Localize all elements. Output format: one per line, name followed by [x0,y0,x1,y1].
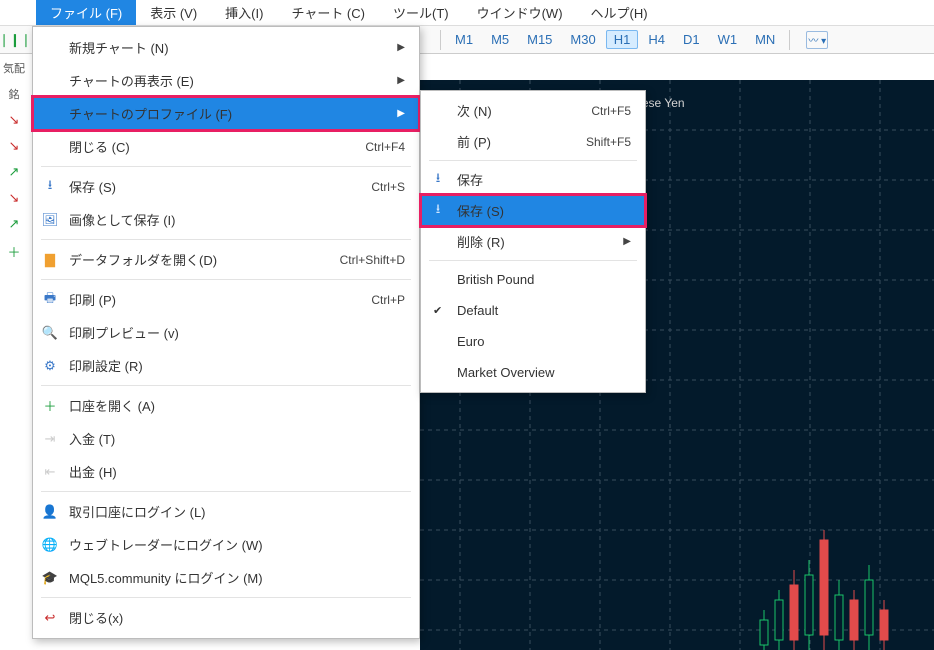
image-icon: 🖼 [41,211,59,229]
submenu-delete[interactable]: 削除 (R)▶ [421,226,645,257]
menu-chart[interactable]: チャート (C) [277,0,379,25]
download-icon: ⭳ [429,171,447,189]
menu-separator [41,597,411,598]
menu-insert[interactable]: 挿入(I) [211,0,277,25]
plus-icon[interactable]: ＋ [7,242,20,261]
menu-separator [41,166,411,167]
indicator-dropdown-button[interactable]: 〰 ▾ [806,31,828,49]
check-icon: ✔ [433,304,442,317]
menu-separator [41,491,411,492]
gear-icon: ⚙ [41,357,59,375]
shortcut-label: Ctrl+Shift+D [340,253,405,267]
arrow-up-icon: ↗ [9,164,20,180]
submenu-profile-default[interactable]: ✔Default [421,295,645,326]
shortcut-label: Ctrl+S [371,180,405,194]
arrow-down-icon: ↘ [9,112,20,128]
submenu-save-as[interactable]: ⭳保存 (S) [421,195,645,226]
menubar: ファイル (F) 表示 (V) 挿入(I) チャート (C) ツール(T) ウイ… [0,0,934,26]
submenu-save-plain[interactable]: ⭳保存 [421,164,645,195]
menu-file[interactable]: ファイル (F) [36,0,136,25]
arrow-down-icon: ↘ [9,190,20,206]
withdraw-icon: ⇤ [41,463,59,481]
submenu-arrow-icon: ▶ [397,108,405,119]
menu-separator [41,385,411,386]
timeframe-w1[interactable]: W1 [710,30,746,49]
shortcut-label: Ctrl+P [371,293,405,307]
menu-chart-profile[interactable]: チャートのプロファイル (F)▶ [33,97,419,130]
submenu-profile-market-overview[interactable]: Market Overview [421,357,645,388]
menu-tools[interactable]: ツール(T) [379,0,463,25]
submenu-arrow-icon: ▶ [397,75,405,86]
magnify-icon: 🔍 [41,324,59,342]
menu-print-preview[interactable]: 🔍印刷プレビュー (v) [33,316,419,349]
menu-deposit: ⇥入金 (T) [33,422,419,455]
label-meigara: 銘 [9,86,20,102]
exit-icon: ↩ [41,609,59,627]
arrow-down-icon: ↘ [9,138,20,154]
menu-print[interactable]: 🖶印刷 (P)Ctrl+P [33,283,419,316]
timeframe-m15[interactable]: M15 [519,30,560,49]
menu-separator [41,239,411,240]
download-icon: ⭳ [41,178,59,196]
shortcut-label: Ctrl+F5 [591,104,631,118]
shortcut-label: Shift+F5 [586,135,631,149]
timeframe-h4[interactable]: H4 [640,30,673,49]
timeframe-m30[interactable]: M30 [562,30,603,49]
plus-icon: ＋ [41,397,59,415]
profile-submenu: 次 (N)Ctrl+F5 前 (P)Shift+F5 ⭳保存 ⭳保存 (S) 削… [420,90,646,393]
menu-window[interactable]: ウインドウ(W) [463,0,577,25]
submenu-next[interactable]: 次 (N)Ctrl+F5 [421,95,645,126]
timeframe-d1[interactable]: D1 [675,30,708,49]
menu-help[interactable]: ヘルプ(H) [577,0,662,25]
graduation-icon: 🎓 [41,569,59,587]
submenu-arrow-icon: ▶ [397,42,405,53]
toolbar-separator [440,30,441,50]
download-icon: ⭳ [429,202,447,220]
market-watch-strip: 気配 銘 ↘ ↘ ↗ ↘ ↗ ＋ [0,54,28,261]
folder-icon: ▇ [41,251,59,269]
toolbar-separator [789,30,790,50]
candlestick-icon[interactable]: ❘❙❘ [2,26,28,54]
menu-view[interactable]: 表示 (V) [136,0,211,25]
arrow-up-icon: ↗ [9,216,20,232]
menu-separator [429,260,637,261]
menu-login-trade-account[interactable]: 👤取引口座にログイン (L) [33,495,419,528]
menu-close[interactable]: 閉じる (C)Ctrl+F4 [33,130,419,163]
menu-separator [41,279,411,280]
menu-exit[interactable]: ↩閉じる(x) [33,601,419,634]
menu-save-image[interactable]: 🖼画像として保存 (I) [33,203,419,236]
printer-icon: 🖶 [41,291,59,309]
menu-new-chart[interactable]: 新規チャート (N)▶ [33,31,419,64]
person-icon: 👤 [41,503,59,521]
submenu-profile-british-pound[interactable]: British Pound [421,264,645,295]
menu-withdraw: ⇤出金 (H) [33,455,419,488]
submenu-profile-euro[interactable]: Euro [421,326,645,357]
candlesticks [754,500,914,650]
menu-reshow-chart: チャートの再表示 (E)▶ [33,64,419,97]
timeframe-h1[interactable]: H1 [606,30,639,49]
menu-login-webtrader[interactable]: 🌐ウェブトレーダーにログイン (W) [33,528,419,561]
menu-separator [429,160,637,161]
deposit-icon: ⇥ [41,430,59,448]
timeframe-m1[interactable]: M1 [447,30,481,49]
timeframe-m5[interactable]: M5 [483,30,517,49]
file-menu: 新規チャート (N)▶ チャートの再表示 (E)▶ チャートのプロファイル (F… [32,26,420,639]
menu-login-mql5[interactable]: 🎓MQL5.community にログイン (M) [33,561,419,594]
menu-save[interactable]: ⭳保存 (S)Ctrl+S [33,170,419,203]
menu-open-account[interactable]: ＋口座を開く (A) [33,389,419,422]
submenu-arrow-icon: ▶ [623,236,631,247]
shortcut-label: Ctrl+F4 [365,140,405,154]
label-kihai: 気配 [3,60,25,76]
globe-icon: 🌐 [41,536,59,554]
submenu-prev[interactable]: 前 (P)Shift+F5 [421,126,645,157]
menu-open-data-folder[interactable]: ▇データフォルダを開く(D)Ctrl+Shift+D [33,243,419,276]
timeframe-mn[interactable]: MN [747,30,783,49]
menu-print-setup[interactable]: ⚙印刷設定 (R) [33,349,419,382]
